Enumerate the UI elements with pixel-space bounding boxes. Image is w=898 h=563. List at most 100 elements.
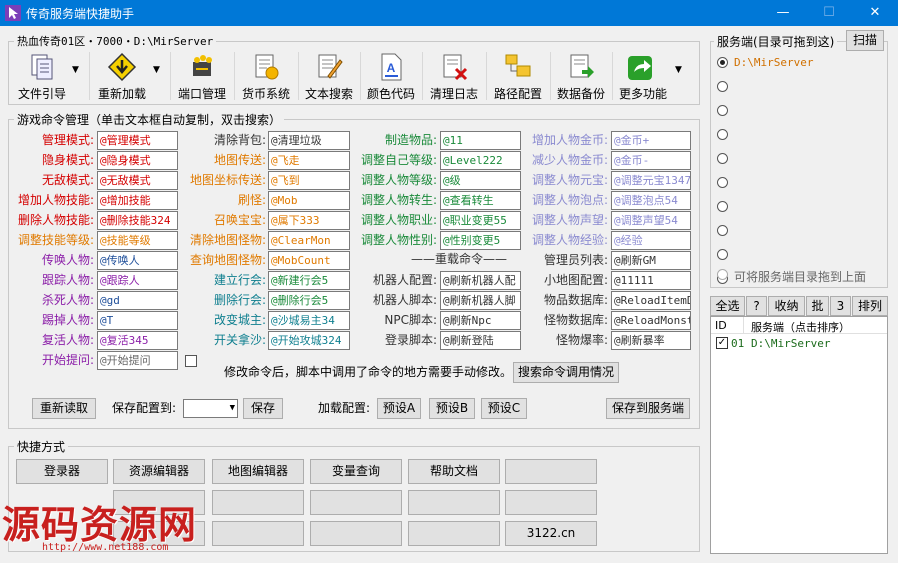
server-panel-button[interactable]: 3 — [830, 296, 851, 316]
server-radio[interactable] — [717, 81, 728, 92]
server-radio[interactable] — [717, 105, 728, 116]
command-field[interactable]: @开始提问 — [97, 351, 178, 370]
command-field[interactable]: @级 — [440, 171, 521, 190]
command-field[interactable]: @无敌模式 — [97, 171, 178, 190]
shortcut-empty-slot[interactable] — [212, 490, 304, 515]
text-search-button[interactable]: 文本搜索 — [301, 50, 357, 102]
server-panel-button[interactable]: 收纳 — [768, 296, 805, 316]
search-usage-button[interactable]: 搜索命令调用情况 — [513, 362, 619, 383]
command-field[interactable]: @职业变更55 — [440, 211, 521, 230]
preset-c-button[interactable]: 预设C — [481, 398, 527, 419]
col-server[interactable]: 服务端（点击排序） — [751, 319, 850, 335]
shortcut-button[interactable]: 帮助文档 — [408, 459, 500, 484]
command-field[interactable]: @ReloadItemDB — [611, 291, 691, 310]
command-field[interactable]: @删除行会5 — [268, 291, 350, 310]
command-field[interactable]: @ReloadMonste — [611, 311, 691, 330]
shortcut-empty-slot[interactable] — [212, 521, 304, 546]
server-row[interactable]: ✓ 01 D:\MirServer — [713, 336, 885, 352]
command-field[interactable]: @增加技能 — [97, 191, 178, 210]
command-field[interactable]: @刷新机器人脚 — [440, 291, 521, 310]
command-field[interactable]: @MobCount — [268, 251, 350, 270]
server-radio[interactable] — [717, 201, 728, 212]
command-field[interactable]: @调整泡点54 — [611, 191, 691, 210]
command-field[interactable]: @gd — [97, 291, 178, 310]
command-field[interactable]: @查看转生 — [440, 191, 521, 210]
preset-a-button[interactable]: 预设A — [377, 398, 421, 419]
command-field[interactable]: @开始攻城324 — [268, 331, 350, 350]
shortcut-empty-slot[interactable] — [505, 459, 597, 484]
server-row-checkbox[interactable]: ✓ — [716, 337, 728, 349]
path-config-button[interactable]: 路径配置 — [489, 50, 547, 102]
command-field[interactable]: @金币+ — [611, 131, 691, 150]
server-radio[interactable] — [717, 153, 728, 164]
drag-hint-radio[interactable] — [717, 269, 728, 280]
server-radio[interactable] — [717, 249, 728, 260]
command-field[interactable]: @沙城易主34 — [268, 311, 350, 330]
shortcut-empty-slot[interactable] — [310, 490, 402, 515]
command-field[interactable]: @新建行会5 — [268, 271, 350, 290]
command-field[interactable]: @属下333 — [268, 211, 350, 230]
shortcut-empty-slot[interactable] — [505, 490, 597, 515]
minimize-button[interactable]: — — [760, 0, 806, 26]
command-field[interactable]: @刷新GM — [611, 251, 691, 270]
shortcut-button[interactable]: 3122.cn — [505, 521, 597, 546]
maximize-button[interactable]: ☐ — [806, 0, 852, 26]
command-field[interactable]: @Level222 — [440, 151, 521, 170]
server-radio[interactable] — [717, 129, 728, 140]
preset-b-button[interactable]: 预设B — [429, 398, 475, 419]
command-field[interactable]: @飞到 — [268, 171, 350, 190]
server-radio[interactable] — [717, 57, 728, 68]
server-panel-button[interactable]: 批 — [806, 296, 829, 316]
scan-button[interactable]: 扫描 — [846, 30, 884, 51]
save-to-server-button[interactable]: 保存到服务端 — [606, 398, 690, 419]
col-id[interactable]: ID — [715, 319, 727, 332]
shortcut-button[interactable]: 变量查询 — [310, 459, 402, 484]
command-field[interactable]: @删除技能324 — [97, 211, 178, 230]
server-list[interactable]: ID 服务端（点击排序） ✓ 01 D:\MirServer — [710, 316, 888, 554]
more-button[interactable]: ▼ 更多功能 — [615, 50, 689, 102]
port-manage-button[interactable]: 端口管理 — [173, 50, 231, 102]
command-field[interactable]: @调整元宝1347 — [611, 171, 691, 190]
file-guide-button[interactable]: ▼ 文件引导 — [12, 50, 84, 102]
server-panel-button[interactable]: 排列 — [852, 296, 888, 316]
command-field[interactable]: @ClearMon — [268, 231, 350, 250]
command-field[interactable]: @11 — [440, 131, 521, 150]
shortcut-empty-slot[interactable] — [408, 521, 500, 546]
shortcut-empty-slot[interactable] — [310, 521, 402, 546]
command-field[interactable]: @调整声望54 — [611, 211, 691, 230]
command-field[interactable]: @跟踪人 — [97, 271, 178, 290]
reread-button[interactable]: 重新读取 — [32, 398, 96, 419]
command-field[interactable]: @传唤人 — [97, 251, 178, 270]
save-button[interactable]: 保存 — [243, 398, 283, 419]
save-slot-select[interactable]: ▼ — [183, 399, 238, 418]
command-field[interactable]: @刷新Npc — [440, 311, 521, 330]
command-field[interactable]: @T — [97, 311, 178, 330]
command-field[interactable]: @11111 — [611, 271, 691, 290]
command-field[interactable]: @刷新暴率 — [611, 331, 691, 350]
color-code-button[interactable]: A 颜色代码 — [363, 50, 419, 102]
currency-button[interactable]: 货币系统 — [237, 50, 295, 102]
command-field[interactable]: @金币- — [611, 151, 691, 170]
command-field[interactable]: @隐身模式 — [97, 151, 178, 170]
command-field[interactable]: @技能等级 — [97, 231, 178, 250]
command-field[interactable]: @复活345 — [97, 331, 178, 350]
server-panel-button[interactable]: ? — [746, 296, 767, 316]
server-radio[interactable] — [717, 225, 728, 236]
command-field[interactable]: @飞走 — [268, 151, 350, 170]
command-field[interactable]: @管理模式 — [97, 131, 178, 150]
shortcut-button[interactable]: 资源编辑器 — [113, 459, 205, 484]
shortcut-button[interactable]: 登录器 — [16, 459, 108, 484]
reload-button[interactable]: ▼ 重新加载 — [92, 50, 166, 102]
command-field[interactable]: @刷新机器人配 — [440, 271, 521, 290]
data-backup-button[interactable]: 数据备份 — [553, 50, 609, 102]
command-field[interactable]: @清理垃圾 — [268, 131, 350, 150]
ask-checkbox[interactable] — [185, 355, 197, 367]
clear-log-button[interactable]: 清理日志 — [425, 50, 483, 102]
command-field[interactable]: @刷新登陆 — [440, 331, 521, 350]
shortcut-empty-slot[interactable] — [408, 490, 500, 515]
server-panel-button[interactable]: 全选 — [710, 296, 745, 316]
shortcut-button[interactable]: 地图编辑器 — [212, 459, 304, 484]
command-field[interactable]: @性别变更5 — [440, 231, 521, 250]
server-radio[interactable] — [717, 177, 728, 188]
command-field[interactable]: @经验 — [611, 231, 691, 250]
